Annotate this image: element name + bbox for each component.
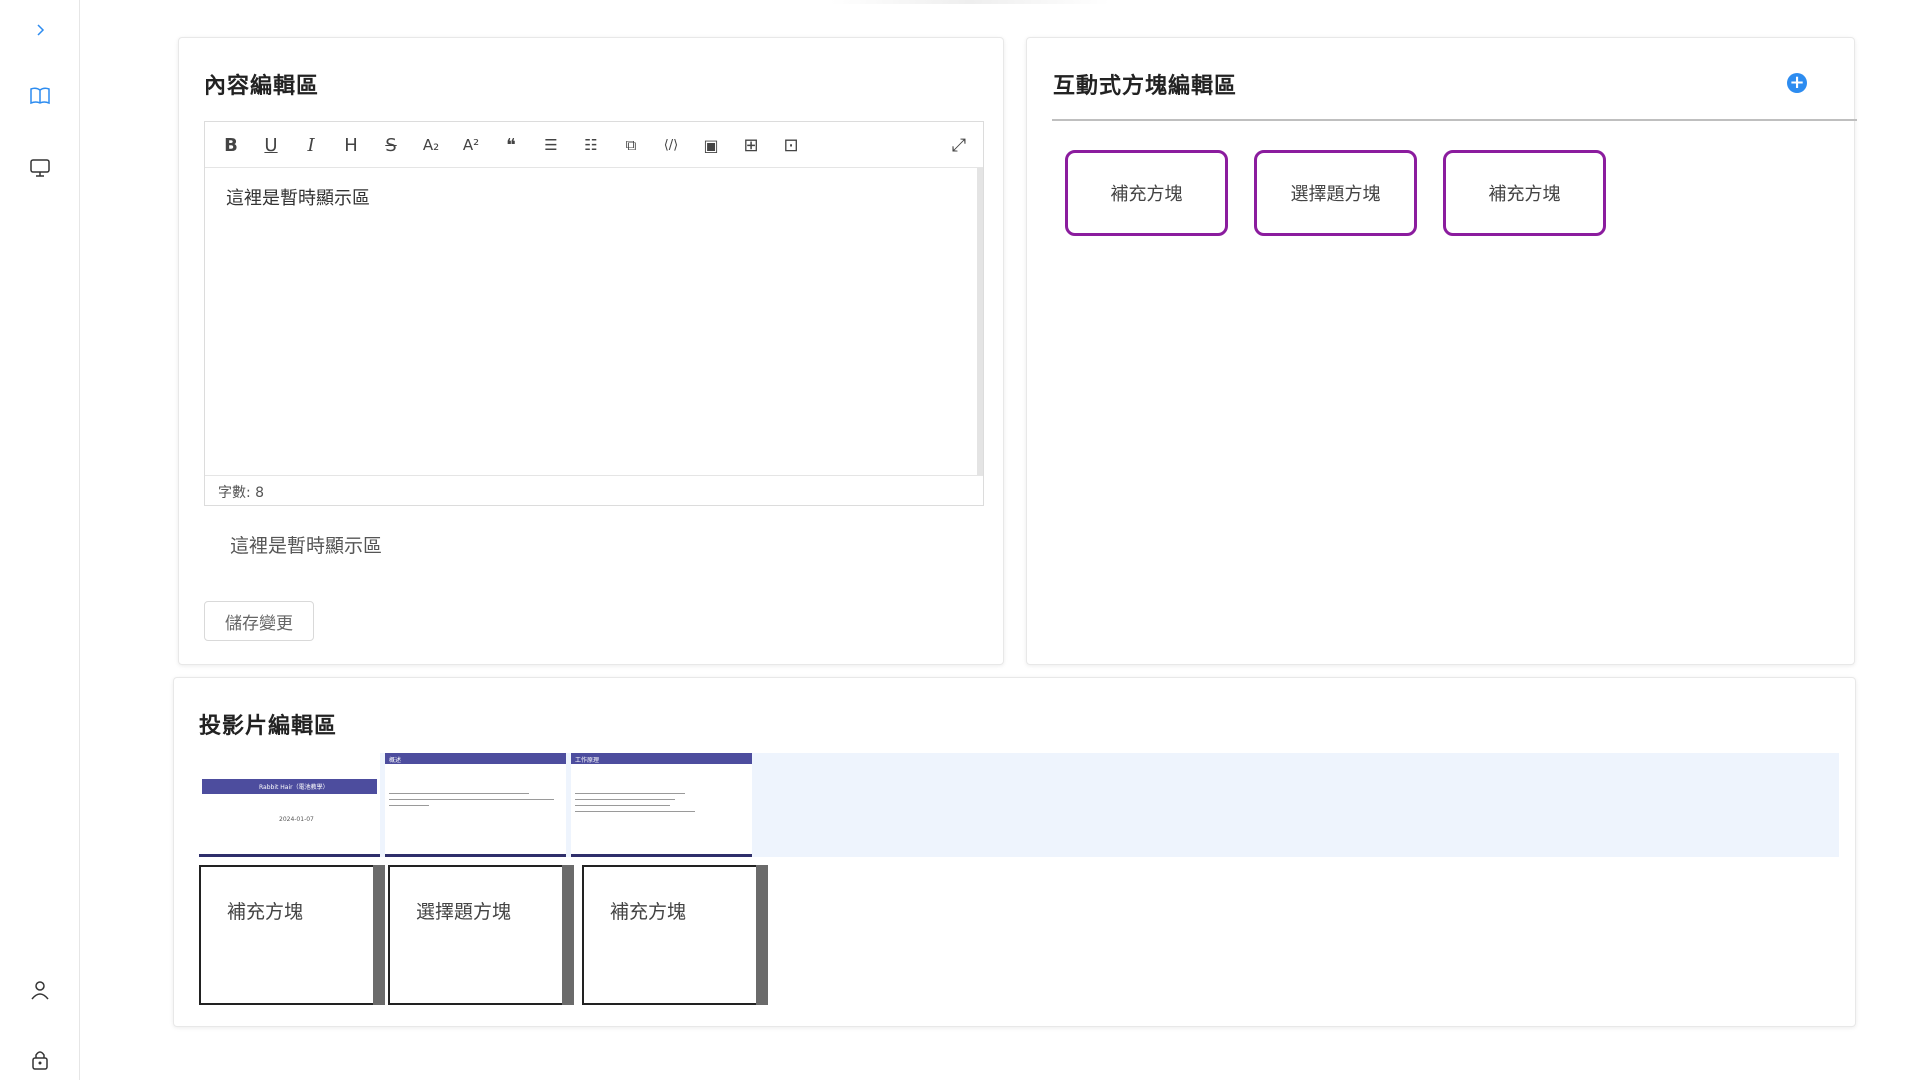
content-editor-title: 內容編輯區 <box>204 74 320 99</box>
slide-date: 2024-01-07 <box>279 816 314 823</box>
image-icon[interactable]: ▣ <box>695 130 727 160</box>
word-count: 字數: 8 <box>205 475 983 505</box>
chevron-right-icon[interactable] <box>24 14 56 46</box>
slide-block-label: 補充方塊 <box>610 901 687 923</box>
slide-block-supplement[interactable]: 補充方塊 <box>199 865 385 1005</box>
slide-thumbnail[interactable]: 工作原理 <box>571 753 752 857</box>
block-card-supplement[interactable]: 補充方塊 <box>1443 150 1606 236</box>
underline-icon[interactable]: U <box>255 130 287 160</box>
drag-handle[interactable] <box>373 865 385 1005</box>
bullet-list-icon[interactable]: ☰ <box>535 130 567 160</box>
interactive-blocks-title: 互動式方塊編輯區 <box>1053 74 1238 99</box>
sidebar <box>0 0 80 1080</box>
slide-header: 概述 <box>389 757 402 764</box>
subscript-icon[interactable]: A₂ <box>415 130 447 160</box>
fullscreen-icon[interactable]: ⤢ <box>943 130 975 160</box>
slide-text-line <box>575 811 695 812</box>
slide-text-line <box>575 805 670 806</box>
slide-editor-card: 投影片編輯區 Rabbit Hair（電池教學） 2024-01-07 概述 工… <box>173 677 1856 1027</box>
slide-block-label: 補充方塊 <box>227 901 304 923</box>
book-icon[interactable] <box>24 80 56 112</box>
superscript-icon[interactable]: A² <box>455 130 487 160</box>
slide-editor-title: 投影片編輯區 <box>199 714 338 739</box>
slide-text-line <box>389 799 554 800</box>
preview-text: 這裡是暫時顯示區 <box>230 535 383 557</box>
heading-icon[interactable]: H <box>335 130 367 160</box>
strikethrough-icon[interactable]: S <box>375 130 407 160</box>
code-block-icon[interactable]: ⧉ <box>615 130 647 160</box>
title-divider <box>1052 119 1857 121</box>
slide-text-line <box>575 799 675 800</box>
slide-header: 工作原理 <box>575 757 600 764</box>
slide-title: Rabbit Hair（電池教學） <box>259 784 329 791</box>
block-card-multiple-choice[interactable]: 選擇題方塊 <box>1254 150 1417 236</box>
save-changes-button[interactable]: 儲存變更 <box>204 601 314 641</box>
slide-thumbnail[interactable]: Rabbit Hair（電池教學） 2024-01-07 <box>199 753 380 857</box>
editor-toolbar: B U I H S A₂ A² ❝ ☰ ☷ ⧉ ⟨/⟩ ▣ ⊞ ⊡ ⤢ <box>205 122 983 168</box>
slide-thumbnail[interactable]: 概述 <box>385 753 566 857</box>
editor-scrollbar[interactable] <box>977 168 983 476</box>
content-editor-card: 內容編輯區 B U I H S A₂ A² ❝ ☰ ☷ ⧉ ⟨/⟩ ▣ ⊞ ⊡ … <box>178 37 1004 665</box>
rich-text-editor: B U I H S A₂ A² ❝ ☰ ☷ ⧉ ⟨/⟩ ▣ ⊞ ⊡ ⤢ 這裡是暫… <box>204 121 984 506</box>
drag-handle[interactable] <box>756 865 768 1005</box>
editor-text-area[interactable]: 這裡是暫時顯示區 <box>205 168 983 476</box>
interactive-blocks-card: 互動式方塊編輯區 + 補充方塊 選擇題方塊 補充方塊 <box>1026 37 1857 665</box>
slide-text-line <box>389 805 429 806</box>
user-icon[interactable] <box>24 974 56 1006</box>
table-icon[interactable]: ⊞ <box>735 130 767 160</box>
inline-code-icon[interactable]: ⟨/⟩ <box>655 130 687 160</box>
italic-icon[interactable]: I <box>295 130 327 160</box>
slide-strip: Rabbit Hair（電池教學） 2024-01-07 概述 工作原理 <box>199 753 1839 857</box>
slide-block-supplement[interactable]: 補充方塊 <box>582 865 768 1005</box>
drag-handle[interactable] <box>562 865 574 1005</box>
add-block-icon[interactable]: + <box>1787 73 1807 93</box>
top-shadow <box>830 0 1110 4</box>
block-card-supplement[interactable]: 補充方塊 <box>1065 150 1228 236</box>
slide-text-line <box>389 793 529 794</box>
quote-icon[interactable]: ❝ <box>495 130 527 160</box>
bold-icon[interactable]: B <box>215 130 247 160</box>
slide-header-bar <box>385 753 566 764</box>
slide-block-label: 選擇題方塊 <box>416 901 512 923</box>
slide-block-multiple-choice[interactable]: 選擇題方塊 <box>388 865 574 1005</box>
ordered-list-icon[interactable]: ☷ <box>575 130 607 160</box>
monitor-icon[interactable] <box>24 152 56 184</box>
save-icon[interactable]: ⊡ <box>775 130 807 160</box>
slide-text-line <box>575 793 685 794</box>
lock-icon[interactable] <box>24 1044 56 1076</box>
